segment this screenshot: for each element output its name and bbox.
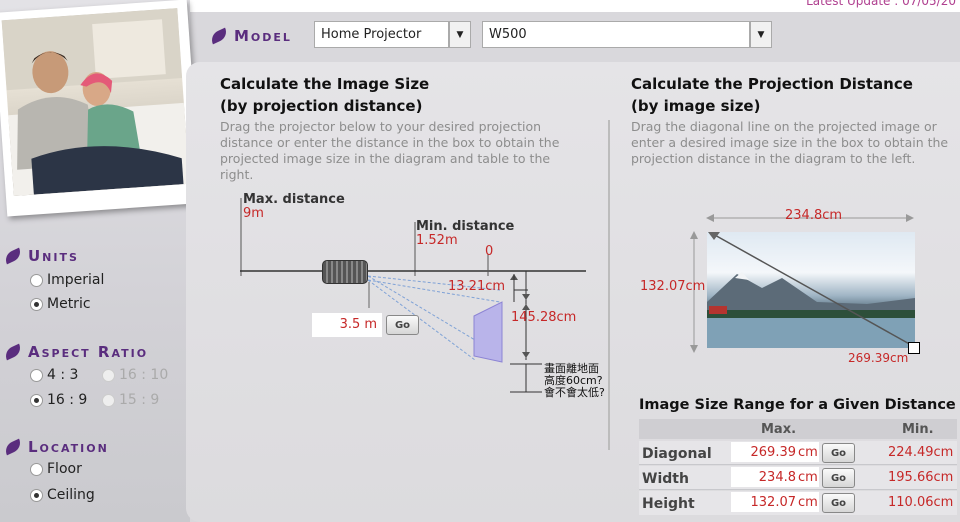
height-go-button[interactable]: Go — [822, 493, 855, 513]
height-min-value: 110.06cm — [888, 495, 954, 510]
aspect-15-9-option: 15 : 9 — [102, 392, 159, 408]
aspect-4-3-option[interactable]: 4 : 3 — [30, 367, 78, 383]
radio-checked-icon[interactable] — [30, 393, 43, 407]
submodel-select[interactable]: W500 ▼ — [482, 21, 772, 48]
radio-icon[interactable] — [30, 368, 43, 382]
image-width-value: 234.8cm — [785, 208, 843, 223]
col-max-header: Max. — [761, 422, 797, 437]
radio-checked-icon[interactable] — [30, 488, 43, 502]
left-title-line2: (by projection distance) — [220, 97, 423, 115]
col-min-header: Min. — [902, 422, 934, 437]
location-section-title: Location — [2, 438, 109, 456]
left-description: Drag the projector below to your desired… — [220, 119, 560, 182]
row-label-width: Width — [642, 471, 689, 487]
diagonal-drag-handle[interactable] — [908, 342, 920, 354]
model-select[interactable]: Home Projector ▼ — [314, 21, 471, 48]
min-distance-value: 1.52m — [416, 233, 458, 248]
chevron-down-icon[interactable]: ▼ — [449, 21, 471, 48]
unit-label: cm — [798, 495, 818, 510]
max-distance-value: 9m — [243, 206, 264, 221]
height-max-value: 132.07 — [750, 495, 797, 510]
image-height-value: 132.07cm — [640, 279, 706, 294]
radio-icon[interactable] — [30, 273, 43, 287]
couple-photo — [1, 8, 190, 197]
leaf-icon — [2, 438, 24, 456]
width-max-value: 234.8 — [758, 470, 796, 485]
aspect-16-10-option: 16 : 10 — [102, 367, 168, 383]
height-note: 畫面離地面高度60cm?會不會太低? — [544, 362, 605, 399]
offset-value: 13.21cm — [448, 279, 506, 294]
leaf-icon — [2, 343, 24, 361]
couple-photo-frame — [0, 0, 201, 217]
width-min-value: 195.66cm — [888, 470, 954, 485]
max-distance-label: Max. distance — [243, 192, 345, 207]
unit-label: cm — [798, 470, 818, 485]
radio-icon[interactable] — [30, 462, 43, 476]
aspect-ratio-section-title: Aspect Ratio — [2, 343, 148, 361]
right-title-line2: (by image size) — [631, 97, 761, 115]
sample-landscape-image — [707, 232, 915, 348]
location-floor-option[interactable]: Floor — [30, 461, 82, 477]
units-metric-option[interactable]: Metric — [30, 296, 91, 312]
distance-input[interactable]: 3.5 m — [312, 313, 382, 337]
image-diagonal-value: 269.39cm — [848, 351, 909, 365]
units-imperial-option[interactable]: Imperial — [30, 272, 104, 288]
diagonal-go-button[interactable]: Go — [822, 443, 855, 463]
distance-input-group: 3.5 m Go — [312, 313, 419, 337]
diagonal-max-value: 269.39 — [750, 445, 797, 460]
right-description: Drag the diagonal line on the projected … — [631, 119, 949, 166]
location-ceiling-option[interactable]: Ceiling — [30, 487, 95, 503]
min-distance-label: Min. distance — [416, 219, 515, 234]
distance-go-button[interactable]: Go — [386, 315, 419, 335]
radio-disabled-icon — [102, 368, 115, 382]
chevron-down-icon[interactable]: ▼ — [750, 21, 772, 48]
radio-checked-icon[interactable] — [30, 297, 43, 311]
update-text: Latest Update : 07/05/20 — [806, 0, 956, 8]
model-label: Model — [208, 27, 292, 45]
height-value: 145.28cm — [511, 310, 577, 325]
range-table-title: Image Size Range for a Given Distance — [639, 397, 956, 413]
projected-screen — [473, 301, 503, 363]
aspect-16-9-option[interactable]: 16 : 9 — [30, 392, 87, 408]
row-label-height: Height — [642, 496, 695, 512]
diagonal-start-handle — [708, 232, 720, 240]
leaf-icon — [208, 27, 230, 45]
radio-disabled-icon — [102, 393, 115, 407]
width-go-button[interactable]: Go — [822, 468, 855, 488]
leaf-icon — [2, 247, 24, 265]
diagonal-min-value: 224.49cm — [888, 445, 954, 460]
unit-label: cm — [798, 445, 818, 460]
right-title-line1: Calculate the Projection Distance — [631, 75, 913, 93]
left-title-line1: Calculate the Image Size — [220, 75, 430, 93]
units-section-title: Units — [2, 247, 79, 265]
panel-divider — [608, 120, 610, 450]
projector-icon[interactable] — [322, 260, 368, 284]
row-label-diagonal: Diagonal — [642, 446, 712, 462]
zero-label: 0 — [485, 244, 494, 259]
